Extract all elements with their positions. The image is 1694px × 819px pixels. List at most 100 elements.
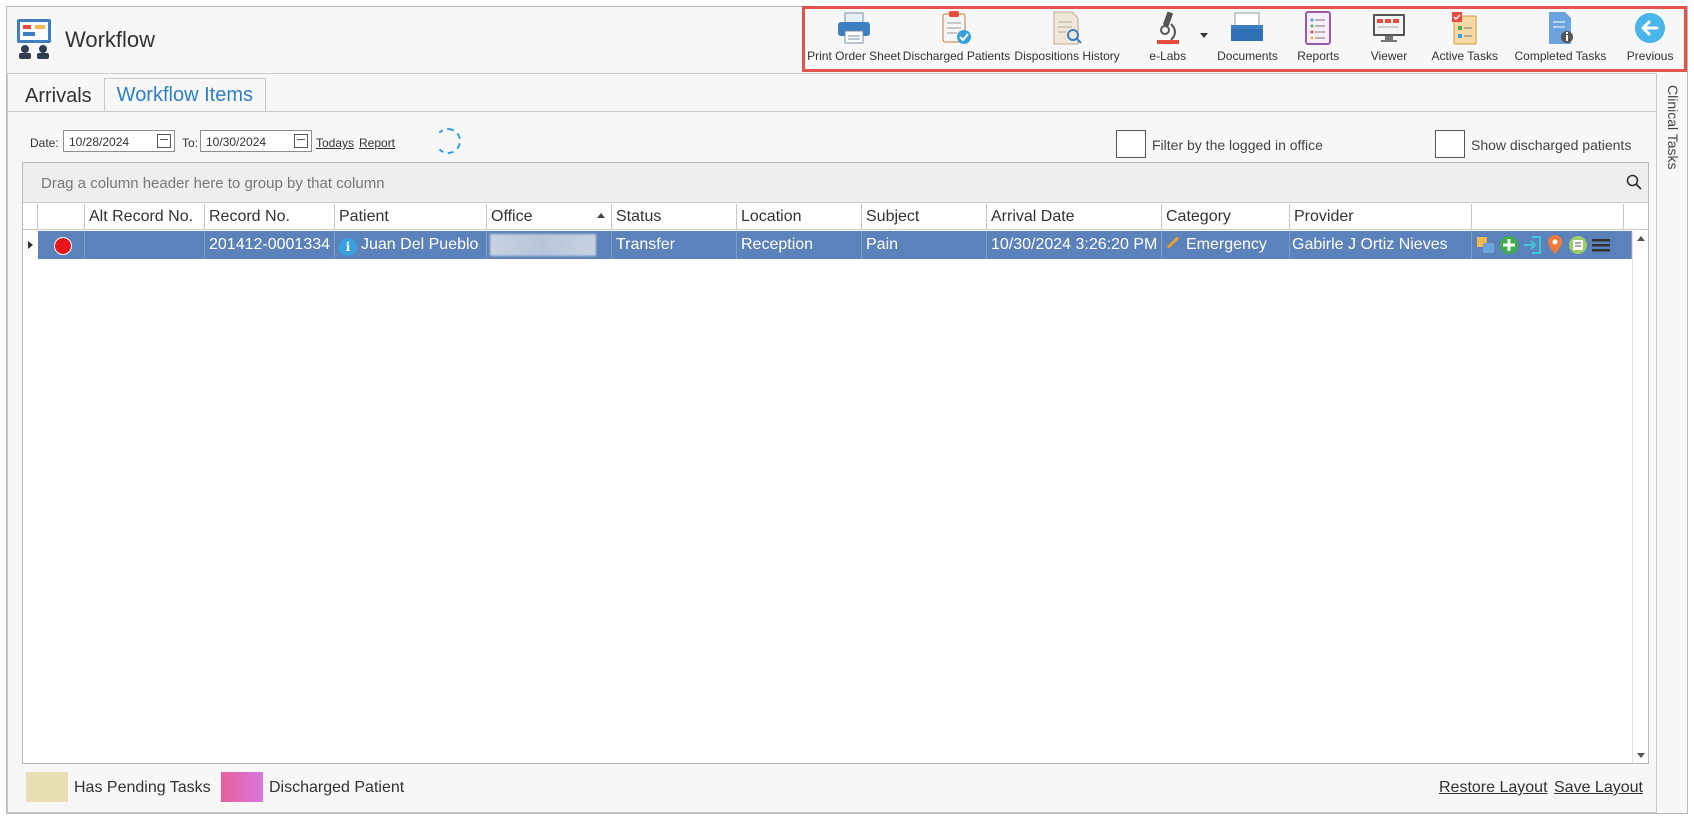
discharged-label: Discharged Patient (269, 779, 405, 796)
cell-alt-record-no (85, 231, 205, 259)
header: Workflow Print Order Sheet Discharged Pa… (7, 6, 1687, 73)
scroll-up-icon[interactable] (1637, 236, 1645, 241)
workflow-logo-icon (15, 17, 55, 59)
date-from-field[interactable]: 10/28/2024 (63, 130, 175, 152)
cell-location: Reception (737, 231, 862, 259)
cell-category: Emergency (1162, 231, 1290, 259)
column-header-office-label: Office (491, 208, 533, 225)
scroll-down-icon[interactable] (1637, 753, 1645, 758)
discharged-patients-button[interactable]: Discharged Patients (903, 3, 1011, 63)
column-header-patient[interactable]: Patient (335, 204, 487, 230)
document-search-icon (1048, 9, 1086, 47)
copy-transfer-icon[interactable] (1476, 235, 1496, 255)
toolbar-label: Viewer (1370, 49, 1408, 63)
column-header-arrival-date[interactable]: Arrival Date (987, 204, 1162, 230)
print-order-sheet-button[interactable]: Print Order Sheet (805, 3, 903, 63)
column-header-location[interactable]: Location (737, 204, 862, 230)
tab-divider (8, 111, 1656, 112)
clinical-tasks-side-tab[interactable]: Clinical Tasks (1665, 85, 1685, 175)
date-to-field[interactable]: 10/30/2024 (200, 130, 312, 152)
cell-office (487, 231, 612, 259)
documents-button[interactable]: Documents (1212, 3, 1284, 63)
column-header-subject[interactable]: Subject (862, 204, 987, 230)
toolbar-label: e-Labs (1149, 49, 1187, 63)
task-list-icon (1446, 9, 1484, 47)
tab-strip: Arrivals Workflow Items (13, 78, 266, 112)
location-pin-icon[interactable] (1545, 235, 1565, 255)
calendar-icon[interactable] (157, 134, 171, 148)
restore-layout-link[interactable]: Restore Layout (1439, 779, 1548, 797)
filter-bar: Date: 10/28/2024 To: 10/30/2024 Todays R… (30, 128, 1650, 158)
microscope-icon (1149, 9, 1187, 47)
cell-status: Transfer (612, 231, 737, 259)
column-header-status[interactable]: Status (612, 204, 737, 230)
date-to-value: 10/30/2024 (206, 135, 267, 149)
monitor-icon (1370, 9, 1408, 47)
main-panel: Arrivals Workflow Items Date: 10/28/2024… (7, 73, 1657, 813)
app-window: Workflow Print Order Sheet Discharged Pa… (6, 6, 1688, 814)
report-list-icon (1299, 9, 1337, 47)
todays-link[interactable]: Todays (316, 136, 354, 150)
red-status-dot-icon (54, 237, 72, 255)
toolbar-label: Discharged Patients (902, 49, 1011, 63)
column-header-alt-record[interactable]: Alt Record No. (85, 204, 205, 230)
cell-patient: i Juan Del Pueblo (335, 231, 487, 259)
toolbar-label: Documents (1217, 49, 1278, 63)
active-tasks-button[interactable]: Active Tasks (1425, 3, 1505, 63)
group-hint-text: Drag a column header here to group by th… (41, 175, 385, 192)
tab-arrivals[interactable]: Arrivals (13, 80, 104, 112)
date-from-value: 10/28/2024 (69, 135, 130, 149)
cell-provider: Gabirle J Ortiz Nieves (1290, 231, 1472, 259)
to-label: To: (182, 136, 199, 150)
discharged-swatch (221, 772, 263, 802)
column-header-office[interactable]: Office (487, 204, 612, 230)
report-link[interactable]: Report (359, 136, 395, 150)
vertical-scrollbar[interactable] (1632, 231, 1648, 763)
refresh-icon[interactable] (435, 128, 461, 154)
info-icon[interactable]: i (339, 238, 357, 256)
completed-tasks-button[interactable]: Completed Tasks (1505, 3, 1617, 63)
reports-button[interactable]: Reports (1283, 3, 1353, 63)
menu-icon[interactable] (1591, 235, 1611, 255)
cell-record-no: 201412-0001334 (205, 231, 335, 259)
viewer-button[interactable]: Viewer (1353, 3, 1425, 63)
table-row[interactable]: 201412-0001334 i Juan Del Pueblo Transfer… (23, 231, 1648, 259)
patient-name: Juan Del Pueblo (361, 236, 479, 253)
dispositions-history-button[interactable]: Dispositions History (1010, 3, 1124, 63)
status-dot-header[interactable] (38, 204, 85, 230)
status-dot-cell (38, 231, 85, 259)
column-header-row: Alt Record No. Record No. Patient Office… (23, 204, 1648, 230)
back-arrow-icon (1631, 9, 1669, 47)
toolbar-label: Completed Tasks (1514, 49, 1607, 63)
column-header-provider[interactable]: Provider (1290, 204, 1472, 230)
cell-actions (1472, 231, 1632, 259)
search-icon[interactable] (1626, 174, 1642, 190)
date-label: Date: (30, 136, 59, 150)
save-layout-link[interactable]: Save Layout (1554, 779, 1643, 797)
tab-workflow-items[interactable]: Workflow Items (103, 78, 266, 112)
show-discharged-checkbox[interactable] (1435, 130, 1465, 158)
toolbar-label: Reports (1297, 49, 1340, 63)
column-header-actions (1472, 204, 1624, 230)
column-header-category[interactable]: Category (1162, 204, 1290, 230)
chevron-down-icon[interactable] (1199, 33, 1208, 38)
column-header-record-no[interactable]: Record No. (205, 204, 335, 230)
group-by-panel[interactable]: Drag a column header here to group by th… (23, 163, 1648, 203)
inbox-tray-icon (1228, 9, 1266, 47)
add-icon[interactable] (1499, 235, 1519, 255)
previous-button[interactable]: Previous (1616, 3, 1684, 63)
redacted-office-value (490, 234, 596, 256)
toolbar: Print Order Sheet Discharged Patients Di… (802, 6, 1687, 72)
e-labs-button[interactable]: e-Labs (1124, 3, 1212, 63)
category-value: Emergency (1186, 236, 1267, 253)
calendar-icon[interactable] (294, 134, 308, 148)
sign-in-icon[interactable] (1522, 235, 1542, 255)
sort-ascending-icon (597, 213, 605, 218)
row-indicator-header (23, 204, 38, 230)
cell-arrival-date: 10/30/2024 3:26:20 PM (987, 231, 1162, 259)
toolbar-label: Active Tasks (1431, 49, 1498, 63)
pending-tasks-label: Has Pending Tasks (74, 779, 211, 796)
filter-office-checkbox[interactable] (1116, 130, 1146, 158)
toolbar-label: Dispositions History (1014, 49, 1120, 63)
notes-icon[interactable] (1568, 235, 1588, 255)
